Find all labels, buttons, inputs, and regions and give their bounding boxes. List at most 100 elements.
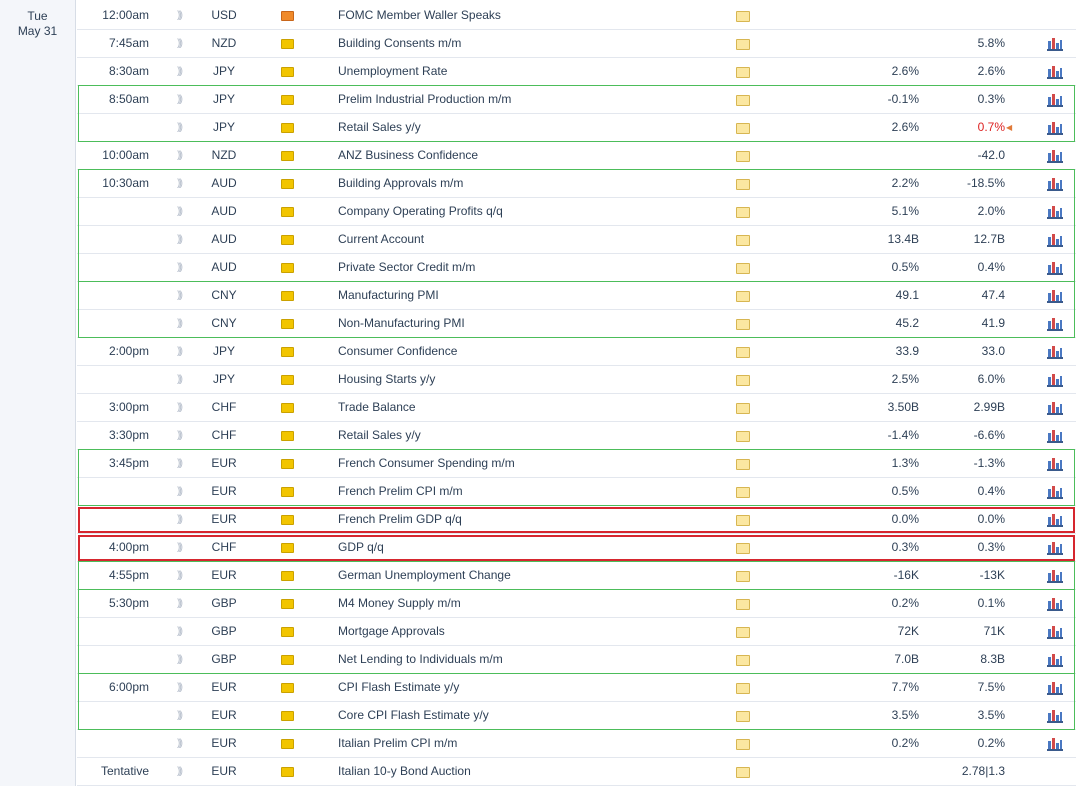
- sound-wave-icon[interactable]: ))): [173, 702, 185, 730]
- table-row[interactable]: 6:00pm))) EUR CPI Flash Estimate y/y 7.7% 7.…: [77, 674, 1076, 702]
- event-name[interactable]: Net Lending to Individuals m/m: [338, 646, 718, 674]
- sound-wave-icon[interactable]: ))): [173, 2, 185, 30]
- sound-wave-icon[interactable]: ))): [173, 758, 185, 786]
- sound-wave-icon[interactable]: ))): [173, 618, 185, 646]
- table-row[interactable]: 4:00pm))) CHF GDP q/q 0.3% 0.3%: [77, 534, 1076, 562]
- sound-wave-icon[interactable]: ))): [173, 562, 185, 590]
- folder-icon[interactable]: [736, 114, 752, 142]
- table-row[interactable]: 3:45pm))) EUR French Consumer Spending m/m…: [77, 450, 1076, 478]
- table-row[interactable]: 4:55pm))) EUR German Unemployment Change -1…: [77, 562, 1076, 590]
- event-name[interactable]: German Unemployment Change: [338, 562, 718, 590]
- folder-icon[interactable]: [736, 198, 752, 226]
- table-row[interactable]: ))) CNY Manufacturing PMI 49.1 47.4: [77, 282, 1076, 310]
- table-row[interactable]: ))) EUR French Prelim CPI m/m 0.5% 0.4%: [77, 478, 1076, 506]
- folder-icon[interactable]: [736, 478, 752, 506]
- folder-icon[interactable]: [736, 618, 752, 646]
- bar-chart-icon[interactable]: [1047, 142, 1063, 170]
- table-row[interactable]: ))) EUR Italian Prelim CPI m/m 0.2% 0.2%: [77, 730, 1076, 758]
- table-row[interactable]: 7:45am))) NZD Building Consents m/m 5.8%: [77, 30, 1076, 58]
- sound-wave-icon[interactable]: ))): [173, 506, 185, 534]
- event-name[interactable]: FOMC Member Waller Speaks: [338, 2, 718, 30]
- bar-chart-icon[interactable]: [1047, 394, 1063, 422]
- bar-chart-icon[interactable]: [1047, 674, 1063, 702]
- table-row[interactable]: 3:30pm))) CHF Retail Sales y/y -1.4% -6.6%: [77, 422, 1076, 450]
- event-name[interactable]: Retail Sales y/y: [338, 422, 718, 450]
- bar-chart-icon[interactable]: [1047, 534, 1063, 562]
- table-row[interactable]: 10:30am))) AUD Building Approvals m/m 2.2% -…: [77, 170, 1076, 198]
- table-row[interactable]: 8:30am))) JPY Unemployment Rate 2.6% 2.6%: [77, 58, 1076, 86]
- bar-chart-icon[interactable]: [1047, 338, 1063, 366]
- folder-icon[interactable]: [736, 758, 752, 786]
- bar-chart-icon[interactable]: [1047, 282, 1063, 310]
- table-row[interactable]: 2:00pm))) JPY Consumer Confidence 33.9 33.0: [77, 338, 1076, 366]
- event-name[interactable]: French Consumer Spending m/m: [338, 450, 718, 478]
- bar-chart-icon[interactable]: [1047, 86, 1063, 114]
- bar-chart-icon[interactable]: [1047, 478, 1063, 506]
- folder-icon[interactable]: [736, 86, 752, 114]
- event-name[interactable]: Manufacturing PMI: [338, 282, 718, 310]
- folder-icon[interactable]: [736, 366, 752, 394]
- sound-wave-icon[interactable]: ))): [173, 30, 185, 58]
- sound-wave-icon[interactable]: ))): [173, 338, 185, 366]
- bar-chart-icon[interactable]: [1047, 30, 1063, 58]
- event-name[interactable]: Trade Balance: [338, 394, 718, 422]
- event-name[interactable]: Company Operating Profits q/q: [338, 198, 718, 226]
- folder-icon[interactable]: [736, 674, 752, 702]
- event-name[interactable]: CPI Flash Estimate y/y: [338, 674, 718, 702]
- sound-wave-icon[interactable]: ))): [173, 394, 185, 422]
- event-name[interactable]: Core CPI Flash Estimate y/y: [338, 702, 718, 730]
- folder-icon[interactable]: [736, 30, 752, 58]
- table-row[interactable]: ))) JPY Housing Starts y/y 2.5% 6.0%: [77, 366, 1076, 394]
- folder-icon[interactable]: [736, 646, 752, 674]
- event-name[interactable]: M4 Money Supply m/m: [338, 590, 718, 618]
- folder-icon[interactable]: [736, 338, 752, 366]
- table-row[interactable]: Tentative))) EUR Italian 10-y Bond Auction…: [77, 758, 1076, 786]
- folder-icon[interactable]: [736, 58, 752, 86]
- bar-chart-icon[interactable]: [1047, 254, 1063, 282]
- event-name[interactable]: Italian 10-y Bond Auction: [338, 758, 718, 786]
- table-row[interactable]: ))) AUD Private Sector Credit m/m 0.5% 0.4%: [77, 254, 1076, 282]
- table-row[interactable]: 3:00pm))) CHF Trade Balance 3.50B 2.99B: [77, 394, 1076, 422]
- bar-chart-icon[interactable]: [1047, 562, 1063, 590]
- bar-chart-icon[interactable]: [1047, 450, 1063, 478]
- sound-wave-icon[interactable]: ))): [173, 310, 185, 338]
- bar-chart-icon[interactable]: [1047, 730, 1063, 758]
- event-name[interactable]: Housing Starts y/y: [338, 366, 718, 394]
- folder-icon[interactable]: [736, 534, 752, 562]
- sound-wave-icon[interactable]: ))): [173, 674, 185, 702]
- folder-icon[interactable]: [736, 170, 752, 198]
- event-name[interactable]: Non-Manufacturing PMI: [338, 310, 718, 338]
- event-name[interactable]: Retail Sales y/y: [338, 114, 718, 142]
- table-row[interactable]: 12:00am))) USD FOMC Member Waller Speaks: [77, 2, 1076, 30]
- bar-chart-icon[interactable]: [1047, 702, 1063, 730]
- bar-chart-icon[interactable]: [1047, 366, 1063, 394]
- bar-chart-icon[interactable]: [1047, 58, 1063, 86]
- event-name[interactable]: ANZ Business Confidence: [338, 142, 718, 170]
- sound-wave-icon[interactable]: ))): [173, 730, 185, 758]
- table-row[interactable]: ))) AUD Company Operating Profits q/q 5.1% 2…: [77, 198, 1076, 226]
- event-name[interactable]: Building Consents m/m: [338, 30, 718, 58]
- table-row[interactable]: ))) GBP Mortgage Approvals 72K 71K: [77, 618, 1076, 646]
- folder-icon[interactable]: [736, 562, 752, 590]
- sound-wave-icon[interactable]: ))): [173, 450, 185, 478]
- table-row[interactable]: ))) JPY Retail Sales y/y 2.6% 0.7% ◀: [77, 114, 1076, 142]
- bar-chart-icon[interactable]: [1047, 506, 1063, 534]
- bar-chart-icon[interactable]: [1047, 310, 1063, 338]
- sound-wave-icon[interactable]: ))): [173, 282, 185, 310]
- folder-icon[interactable]: [736, 226, 752, 254]
- sound-wave-icon[interactable]: ))): [173, 422, 185, 450]
- sound-wave-icon[interactable]: ))): [173, 170, 185, 198]
- folder-icon[interactable]: [736, 422, 752, 450]
- event-name[interactable]: Mortgage Approvals: [338, 618, 718, 646]
- bar-chart-icon[interactable]: [1047, 114, 1063, 142]
- event-name[interactable]: GDP q/q: [338, 534, 718, 562]
- sound-wave-icon[interactable]: ))): [173, 226, 185, 254]
- table-row[interactable]: ))) GBP Net Lending to Individuals m/m 7.0B…: [77, 646, 1076, 674]
- bar-chart-icon[interactable]: [1047, 646, 1063, 674]
- sound-wave-icon[interactable]: ))): [173, 366, 185, 394]
- table-row[interactable]: 5:30pm))) GBP M4 Money Supply m/m 0.2% 0.1%: [77, 590, 1076, 618]
- folder-icon[interactable]: [736, 2, 752, 30]
- sound-wave-icon[interactable]: ))): [173, 590, 185, 618]
- folder-icon[interactable]: [736, 310, 752, 338]
- event-name[interactable]: Consumer Confidence: [338, 338, 718, 366]
